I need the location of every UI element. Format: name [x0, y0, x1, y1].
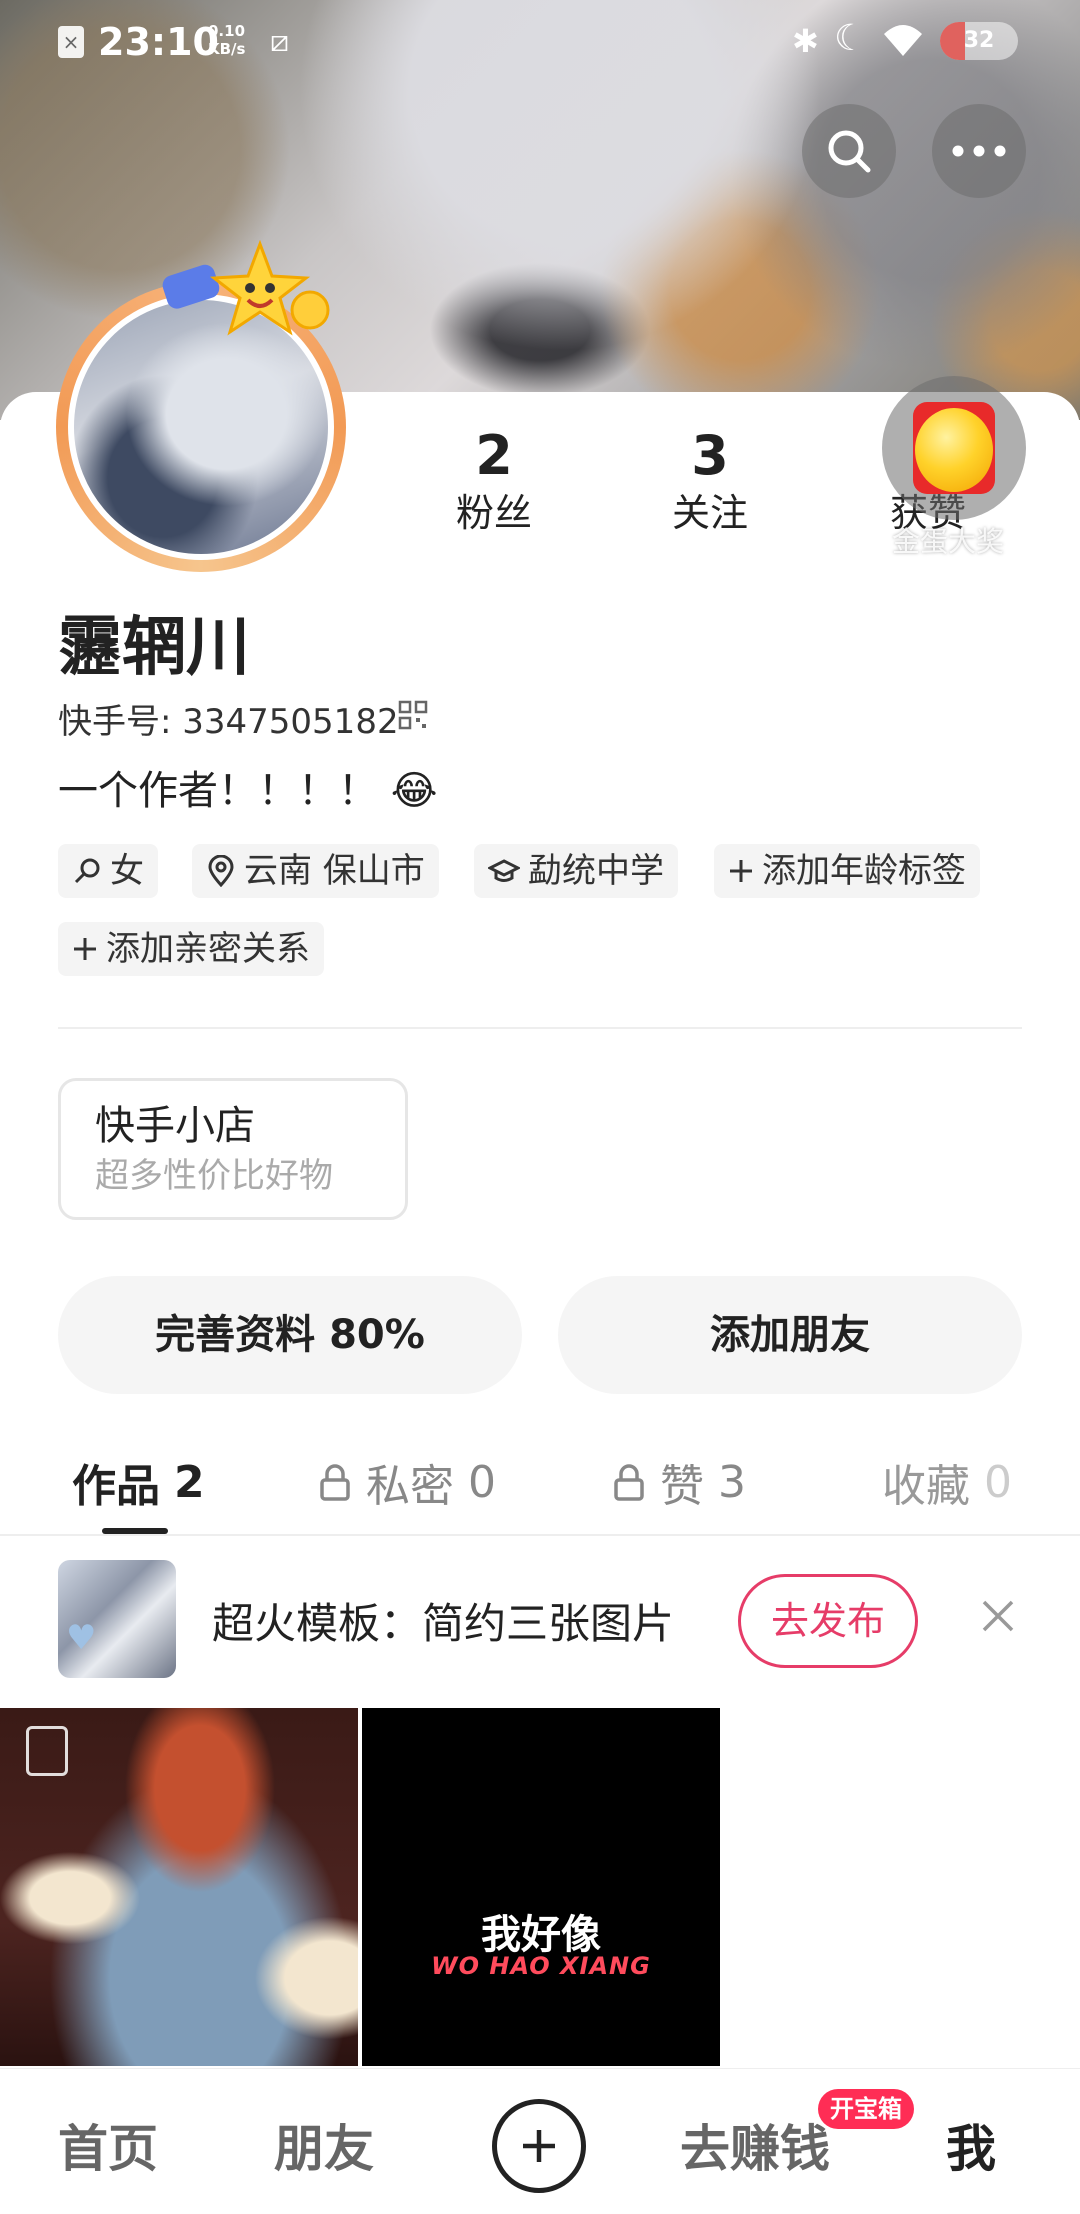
- bluetooth-icon: ✱: [792, 22, 819, 60]
- template-thumbnail[interactable]: ♥: [58, 1560, 176, 1678]
- plus-icon: [730, 860, 752, 882]
- nav-me[interactable]: 我: [946, 2109, 996, 2181]
- more-options-button[interactable]: [932, 104, 1026, 198]
- network-speed: 0.10 KB/s: [208, 22, 246, 58]
- content-tabs: 作品 2 私密 0 赞 3 收藏 0: [0, 1432, 1080, 1536]
- image-icon: [26, 1726, 68, 1776]
- shop-subtitle: 超多性价比好物: [95, 1156, 333, 1196]
- create-post-button[interactable]: [492, 2099, 586, 2193]
- add-age-tag-button[interactable]: 添加年龄标签: [714, 844, 980, 898]
- golden-egg-label: 金蛋大奖: [892, 525, 1005, 558]
- search-button[interactable]: [802, 104, 896, 198]
- add-relationship-button[interactable]: 添加亲密关系: [58, 922, 324, 976]
- work-item-2-pinyin: WO HAO XIANG: [431, 1952, 651, 1980]
- tab-works[interactable]: 作品 2: [72, 1450, 205, 1514]
- publish-button[interactable]: 去发布: [738, 1574, 918, 1668]
- tag-school[interactable]: 勐统中学: [474, 844, 678, 898]
- tab-liked[interactable]: 赞 3: [612, 1450, 746, 1514]
- plus-icon: [523, 2130, 555, 2162]
- close-icon[interactable]: [980, 1598, 1016, 1634]
- bottom-navigation: 首页 朋友 去赚钱 开宝箱 我: [0, 2068, 1080, 2214]
- kuaishou-id[interactable]: 快手号: 3347505182: [58, 694, 399, 743]
- treasure-box-badge[interactable]: 开宝箱: [818, 2089, 914, 2129]
- bio: 一个作者！！！！ 😂: [58, 768, 438, 814]
- status-bar: × 23:10 0.10 KB/s ⧄ ✱ ☾ 32: [0, 14, 1080, 70]
- add-friend-button[interactable]: 添加朋友: [558, 1276, 1022, 1394]
- search-icon: [828, 130, 871, 173]
- template-promo-banner: ♥ 超火模板：简约三张图片 去发布: [0, 1540, 1080, 1700]
- star-mascot-icon: [162, 240, 330, 336]
- work-item-2[interactable]: 我好像 WO HAO XIANG: [362, 1708, 720, 2066]
- tag-location[interactable]: 云南 保山市: [192, 844, 439, 898]
- status-time: 23:10: [98, 20, 219, 64]
- lock-icon: [320, 1464, 350, 1501]
- battery-icon: 32: [940, 22, 1018, 60]
- username: 靋辋川: [58, 611, 250, 685]
- tag-gender[interactable]: 女: [58, 844, 158, 898]
- more-icon: [952, 145, 1006, 157]
- nav-home[interactable]: 首页: [58, 2109, 158, 2181]
- promo-text: 超火模板：简约三张图片: [212, 1599, 675, 1648]
- tab-private[interactable]: 私密 0: [318, 1450, 496, 1514]
- qr-code-icon[interactable]: [398, 700, 428, 730]
- screenshot-icon: ⧄: [270, 24, 290, 59]
- divider: [58, 1027, 1022, 1029]
- fans-stat[interactable]: 2 粉丝: [424, 424, 564, 538]
- female-icon: [74, 858, 100, 884]
- complete-profile-button[interactable]: 完善资料 80%: [58, 1276, 522, 1394]
- active-tab-indicator: [102, 1528, 168, 1534]
- shop-title: 快手小店: [95, 1103, 255, 1149]
- plus-icon: [74, 938, 96, 960]
- notification-icon: ×: [58, 26, 84, 58]
- wifi-icon: [884, 25, 922, 56]
- nav-friends[interactable]: 朋友: [274, 2109, 374, 2181]
- location-pin-icon: [208, 855, 234, 887]
- golden-egg-button[interactable]: [882, 376, 1026, 520]
- golden-egg-icon: [913, 402, 995, 494]
- shop-card[interactable]: 快手小店 超多性价比好物: [58, 1078, 408, 1220]
- tab-favorites[interactable]: 收藏 0: [882, 1450, 1012, 1514]
- work-item-1[interactable]: [0, 1708, 358, 2066]
- heart-icon: ♥: [66, 1618, 97, 1658]
- lock-icon: [614, 1464, 644, 1501]
- following-stat[interactable]: 3 关注: [640, 424, 780, 538]
- nav-earn[interactable]: 去赚钱: [680, 2109, 830, 2181]
- do-not-disturb-icon: ☾: [834, 18, 867, 59]
- graduation-cap-icon: [488, 859, 520, 882]
